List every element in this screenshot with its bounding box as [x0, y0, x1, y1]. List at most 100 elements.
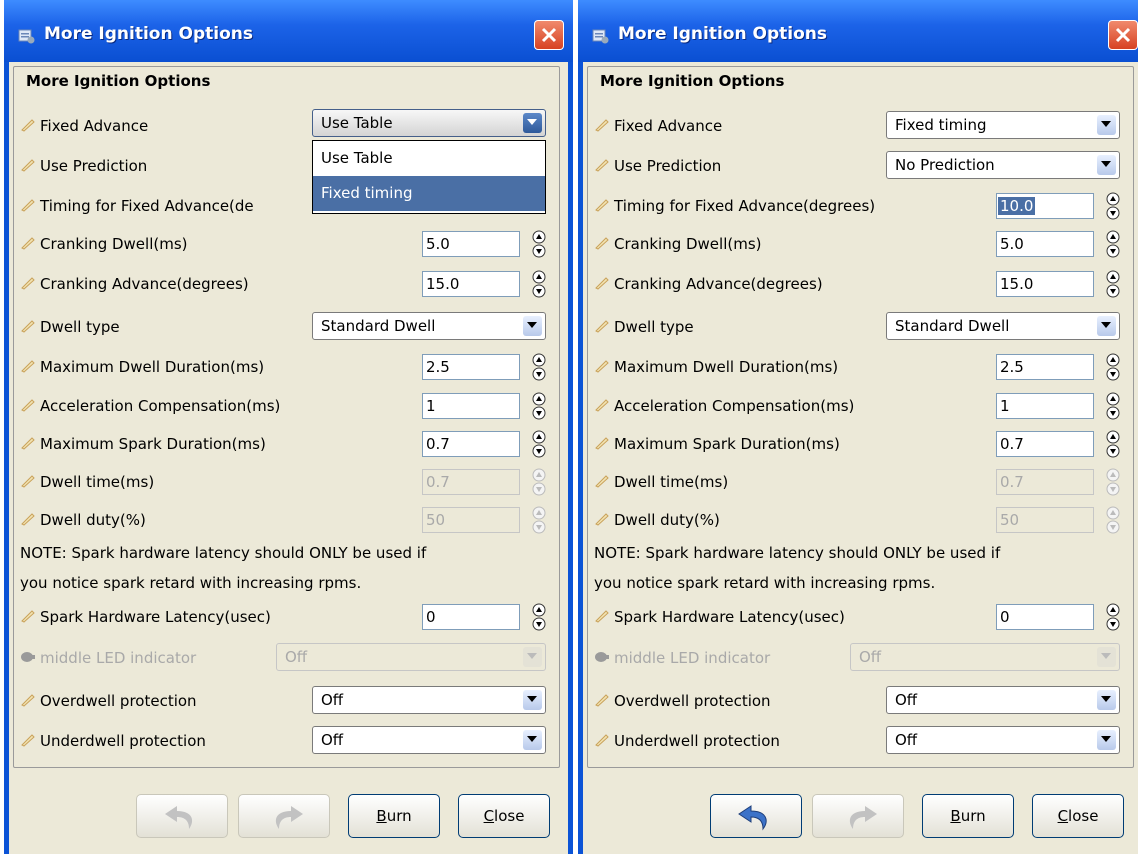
pencil-icon: [21, 277, 35, 290]
burn-button[interactable]: Burn: [348, 794, 440, 838]
chevron-down-icon[interactable]: [523, 316, 542, 336]
chevron-down-icon[interactable]: [1097, 155, 1116, 175]
cranking-dwell-input[interactable]: 5.0: [422, 231, 520, 257]
redo-icon: [849, 806, 877, 829]
label-dwell-type: Dwell type: [20, 318, 120, 336]
pencil-icon: [595, 734, 609, 747]
fixed-advance-dropdown[interactable]: Use Table Fixed timing: [312, 140, 546, 214]
close-button[interactable]: Close: [1032, 794, 1124, 838]
spinner-icon[interactable]: [1106, 270, 1120, 298]
cranking-dwell-input[interactable]: 5.0: [996, 231, 1094, 257]
label-underdwell: Underdwell protection: [594, 732, 780, 750]
spark-latency-input[interactable]: 0: [422, 604, 520, 630]
max-spark-input[interactable]: 0.7: [422, 431, 520, 457]
label-overdwell: Overdwell protection: [20, 692, 197, 710]
row-overdwell: Overdwell protection Off: [20, 684, 550, 720]
redo-button: [812, 794, 904, 838]
chevron-down-icon: [523, 647, 542, 667]
dropdown-option-use-table[interactable]: Use Table: [313, 141, 545, 176]
max-dwell-input[interactable]: 2.5: [422, 354, 520, 380]
chevron-down-icon[interactable]: [1097, 730, 1116, 750]
dwell-type-combo[interactable]: Standard Dwell: [886, 312, 1120, 340]
spinner-icon[interactable]: [1106, 603, 1120, 631]
led-icon: [21, 652, 35, 662]
spinner-icon[interactable]: [1106, 392, 1120, 420]
close-window-button[interactable]: [1108, 20, 1138, 50]
dwell-duty-input: 50: [996, 507, 1094, 533]
spinner-icon[interactable]: [1106, 353, 1120, 381]
accel-comp-input[interactable]: 1: [422, 393, 520, 419]
fixed-advance-combo[interactable]: Use Table: [312, 109, 546, 137]
undo-button: [136, 794, 228, 838]
spinner-icon[interactable]: [1106, 192, 1120, 220]
close-button[interactable]: Close: [458, 794, 550, 838]
burn-button[interactable]: Burn: [922, 794, 1014, 838]
title-bar[interactable]: More Ignition Options: [4, 0, 573, 62]
dwell-type-combo[interactable]: Standard Dwell: [312, 312, 546, 340]
max-spark-input[interactable]: 0.7: [996, 431, 1094, 457]
underdwell-combo[interactable]: Off: [312, 726, 546, 754]
spinner-icon[interactable]: [532, 353, 546, 381]
row-cranking-advance: Cranking Advance(degrees) 15.0: [594, 267, 1124, 303]
row-dwell-duty: Dwell duty(%) 50: [594, 503, 1124, 539]
app-icon: [592, 29, 609, 44]
cranking-advance-input[interactable]: 15.0: [996, 271, 1094, 297]
pencil-icon: [595, 237, 609, 250]
max-dwell-input[interactable]: 2.5: [996, 354, 1094, 380]
spinner-icon[interactable]: [532, 270, 546, 298]
pencil-icon: [595, 199, 609, 212]
label-spark-latency: Spark Hardware Latency(usec): [594, 608, 845, 626]
pencil-icon: [21, 119, 35, 132]
row-spark-latency: Spark Hardware Latency(usec) 0: [20, 600, 550, 636]
spinner-icon[interactable]: [532, 392, 546, 420]
chevron-down-icon[interactable]: [1097, 690, 1116, 710]
pencil-icon: [595, 475, 609, 488]
spinner-icon[interactable]: [532, 230, 546, 258]
dwell-time-input: 0.7: [996, 469, 1094, 495]
spark-latency-input[interactable]: 0: [996, 604, 1094, 630]
undo-button[interactable]: [710, 794, 802, 838]
pencil-icon: [595, 694, 609, 707]
spinner-icon[interactable]: [1106, 430, 1120, 458]
row-accel-comp: Acceleration Compensation(ms) 1: [594, 389, 1124, 425]
pencil-icon: [21, 734, 35, 747]
window-left: More Ignition Options More Ignition Opti…: [4, 0, 573, 854]
pencil-icon: [595, 277, 609, 290]
close-window-button[interactable]: [534, 20, 564, 50]
undo-icon: [738, 805, 767, 831]
chevron-down-icon[interactable]: [1097, 316, 1116, 336]
note-line-2: you notice spark retard with increasing …: [20, 574, 362, 592]
title-bar[interactable]: More Ignition Options: [578, 0, 1138, 62]
fixed-advance-combo[interactable]: Fixed timing: [886, 111, 1120, 139]
overdwell-combo[interactable]: Off: [886, 686, 1120, 714]
label-cranking-dwell: Cranking Dwell(ms): [20, 235, 188, 253]
pencil-icon: [21, 513, 35, 526]
spinner-icon[interactable]: [1106, 230, 1120, 258]
label-use-prediction: Use Prediction: [594, 157, 721, 175]
label-fixed-advance: Fixed Advance: [594, 117, 722, 135]
overdwell-combo[interactable]: Off: [312, 686, 546, 714]
spinner-icon[interactable]: [532, 430, 546, 458]
cranking-advance-input[interactable]: 15.0: [422, 271, 520, 297]
accel-comp-input[interactable]: 1: [996, 393, 1094, 419]
spinner-icon[interactable]: [532, 603, 546, 631]
chevron-down-icon[interactable]: [523, 113, 542, 133]
underdwell-combo[interactable]: Off: [886, 726, 1120, 754]
chevron-down-icon[interactable]: [1097, 115, 1116, 135]
chevron-down-icon[interactable]: [523, 730, 542, 750]
undo-icon: [165, 806, 193, 829]
use-prediction-combo[interactable]: No Prediction: [886, 151, 1120, 179]
dropdown-option-fixed-timing[interactable]: Fixed timing: [313, 176, 545, 211]
pencil-icon: [21, 399, 35, 412]
timing-fixed-input[interactable]: 10.0: [996, 193, 1094, 219]
row-dwell-type: Dwell type Standard Dwell: [594, 310, 1124, 346]
row-middle-led: middle LED indicator Off: [594, 641, 1124, 677]
label-cranking-dwell: Cranking Dwell(ms): [594, 235, 762, 253]
row-cranking-dwell: Cranking Dwell(ms) 5.0: [20, 227, 550, 263]
row-fixed-advance: Fixed Advance Fixed timing: [594, 109, 1124, 145]
pencil-icon: [595, 399, 609, 412]
chevron-down-icon[interactable]: [523, 690, 542, 710]
label-spark-latency: Spark Hardware Latency(usec): [20, 608, 271, 626]
pencil-icon: [21, 694, 35, 707]
pencil-icon: [595, 513, 609, 526]
